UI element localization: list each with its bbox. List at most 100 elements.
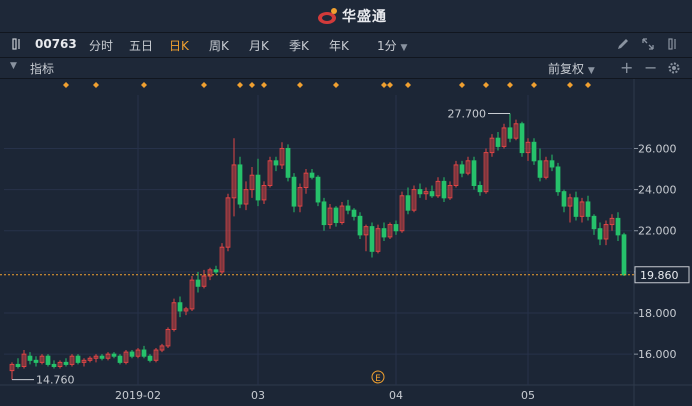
tab-intraday[interactable]: 分时 xyxy=(89,37,113,54)
candle-body xyxy=(351,209,357,217)
candle-body xyxy=(147,355,153,361)
candle-body xyxy=(369,226,375,252)
candle-body xyxy=(357,215,363,236)
interval-label: 1分 xyxy=(377,39,397,53)
brand: 华盛通 xyxy=(316,6,387,26)
split-icon[interactable] xyxy=(666,37,680,51)
candle-body xyxy=(285,147,291,178)
tab-five-day[interactable]: 五日 xyxy=(129,37,153,54)
candle-body xyxy=(177,302,183,312)
candle-body xyxy=(615,217,621,236)
interval-selector[interactable]: 1分 ▼ xyxy=(377,37,407,54)
candle-body xyxy=(345,205,351,211)
candle-body xyxy=(309,172,315,178)
candle-body xyxy=(519,123,525,154)
adjust-label: 前复权 xyxy=(548,62,585,76)
indicator-bar: ▼ 指标 前复权 ▼ + − xyxy=(0,58,692,79)
candle-body xyxy=(585,201,591,217)
candle-body xyxy=(213,269,219,273)
candle-body xyxy=(291,176,297,207)
candle-body xyxy=(45,355,51,365)
panel-toggle-icon[interactable] xyxy=(10,37,24,51)
candle-body xyxy=(561,191,567,207)
indicator-label[interactable]: 指标 xyxy=(30,60,54,77)
candle-body xyxy=(573,197,579,217)
candle-body xyxy=(273,160,279,166)
candle-body xyxy=(477,184,483,193)
candle xyxy=(471,156,477,190)
candle-body xyxy=(429,191,435,197)
candlestick-chart[interactable]: 2019-02030405 16.00018.00020.00022.00024… xyxy=(0,79,692,406)
candle-body xyxy=(27,355,33,361)
candle xyxy=(45,354,51,367)
candle-body xyxy=(537,160,543,178)
chevron-down-icon: ▼ xyxy=(400,43,408,53)
candle-body xyxy=(405,195,411,211)
candle-body xyxy=(99,355,105,359)
min-price-label: 14.760 xyxy=(36,374,75,387)
candle-body xyxy=(381,228,387,238)
candle xyxy=(441,177,447,202)
chart-toolbar: 00763 分时 五日 日K 周K 月K 季K 年K 1分 ▼ xyxy=(0,33,692,58)
brand-logo-icon xyxy=(318,8,337,24)
candle-body xyxy=(321,201,327,226)
y-tick-label: 22.000 xyxy=(638,225,677,238)
candle-body xyxy=(507,127,513,139)
current-price-label: 19.860 xyxy=(640,269,679,282)
max-price-label: 27.700 xyxy=(448,108,487,121)
candle-body xyxy=(117,355,123,363)
event-badge-label: E xyxy=(375,374,381,384)
candle xyxy=(621,232,627,276)
y-tick-label: 18.000 xyxy=(638,307,677,320)
tab-daily-k[interactable]: 日K xyxy=(169,37,189,54)
y-tick-label: 24.000 xyxy=(638,184,677,197)
pencil-icon[interactable] xyxy=(616,37,630,51)
candle-body xyxy=(621,234,627,276)
x-tick-label: 05 xyxy=(521,389,535,402)
candle-body xyxy=(591,215,597,230)
candle-body xyxy=(441,180,447,199)
candle-body xyxy=(471,160,477,186)
candle-body xyxy=(75,355,81,363)
collapse-icon[interactable]: ▼ xyxy=(10,61,17,71)
candle-body xyxy=(237,164,243,205)
tab-yearly-k[interactable]: 年K xyxy=(329,37,349,54)
candle-body xyxy=(549,160,555,168)
chevron-down-icon: ▼ xyxy=(587,66,595,76)
tab-quarterly-k[interactable]: 季K xyxy=(289,37,309,54)
gear-icon[interactable] xyxy=(667,61,681,75)
candle xyxy=(519,121,525,157)
expand-icon[interactable] xyxy=(641,37,655,51)
candle-body xyxy=(393,224,399,232)
x-tick-label: 03 xyxy=(251,389,265,402)
tab-monthly-k[interactable]: 月K xyxy=(249,37,269,54)
candle-body xyxy=(495,137,501,147)
minus-icon[interactable]: − xyxy=(644,58,657,77)
title-bar: 华盛通 xyxy=(0,0,692,33)
candle xyxy=(531,138,537,165)
x-tick-label: 04 xyxy=(389,389,403,402)
candle-body xyxy=(141,349,147,357)
candle-body xyxy=(255,174,261,201)
y-tick-label: 16.000 xyxy=(638,348,677,361)
plus-icon[interactable]: + xyxy=(620,58,633,77)
candle-body xyxy=(195,279,201,287)
candle-body xyxy=(531,141,537,162)
tab-weekly-k[interactable]: 周K xyxy=(209,37,229,54)
adjust-selector[interactable]: 前复权 ▼ xyxy=(548,60,595,77)
x-tick-label: 2019-02 xyxy=(115,389,161,402)
candle-body xyxy=(315,176,321,203)
candle xyxy=(315,175,321,207)
candle-body xyxy=(417,189,423,195)
candle-body xyxy=(33,359,39,363)
candle-body xyxy=(63,361,69,365)
candle xyxy=(285,144,291,182)
brand-name: 华盛通 xyxy=(342,9,387,25)
candle-body xyxy=(597,228,603,240)
candle-body xyxy=(129,351,135,357)
candle xyxy=(357,212,363,239)
candle xyxy=(555,162,561,196)
candle-body xyxy=(111,353,117,357)
candle xyxy=(291,173,297,213)
candle-body xyxy=(51,363,57,367)
